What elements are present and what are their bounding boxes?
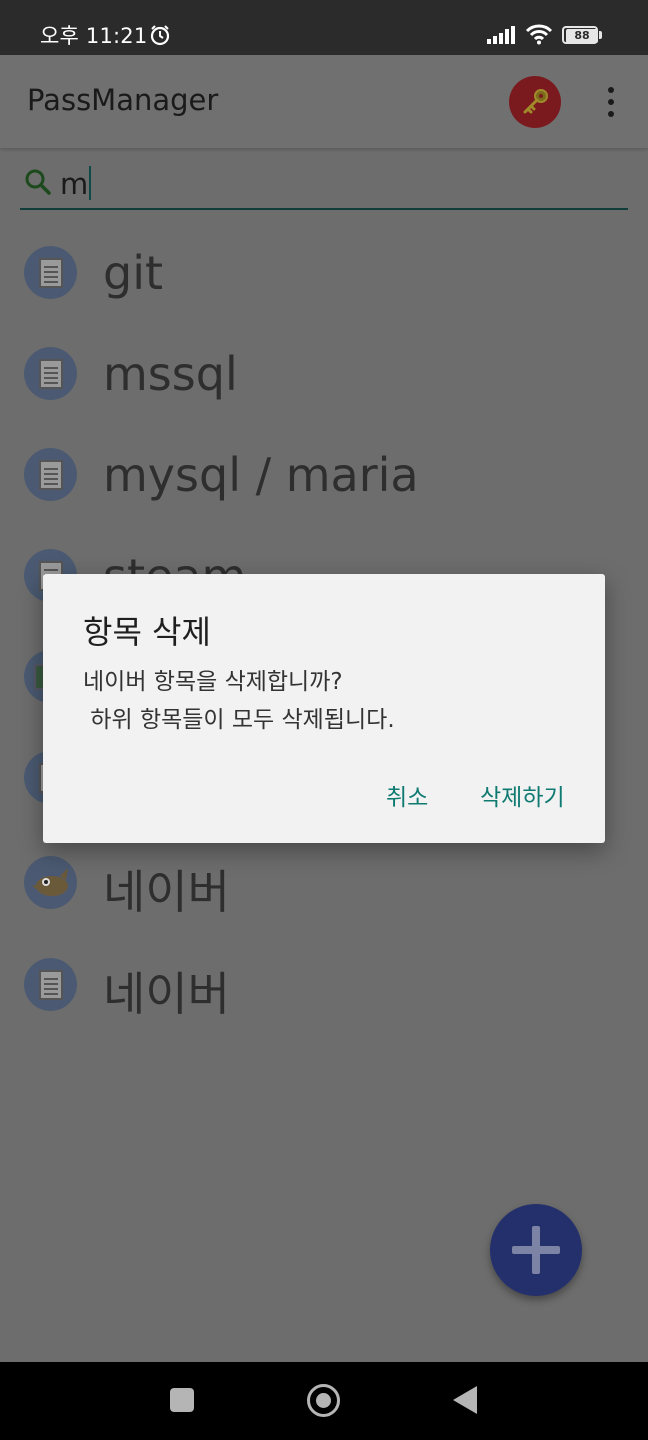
list-item[interactable]: 네이버	[0, 932, 648, 1032]
list-item[interactable]: git	[0, 220, 648, 320]
list-item-label: mysql / maria	[103, 448, 419, 502]
app-title: PassManager	[27, 83, 219, 117]
signal-icon	[487, 26, 515, 44]
text-cursor	[89, 166, 92, 200]
document-icon	[24, 246, 77, 299]
battery-level: 88	[566, 29, 598, 43]
overflow-menu-button[interactable]	[598, 85, 624, 119]
dialog-message: 네이버 항목을 삭제합니까? 하위 항목들이 모두 삭제됩니다.	[83, 669, 395, 733]
document-icon	[24, 958, 77, 1011]
back-triangle-icon[interactable]	[453, 1386, 477, 1414]
battery-indicator: 88	[562, 26, 602, 44]
recents-square-icon[interactable]	[170, 1388, 194, 1412]
delete-button[interactable]: 삭제하기	[480, 778, 565, 812]
list-item-label: 네이버	[103, 865, 230, 919]
key-button[interactable]	[509, 76, 561, 128]
wifi-icon	[525, 24, 553, 45]
cancel-button[interactable]: 취소	[386, 778, 428, 812]
search-input[interactable]: m	[60, 166, 92, 201]
battery-icon: 88	[562, 26, 598, 44]
home-circle-icon[interactable]	[307, 1384, 340, 1417]
key-icon	[523, 89, 548, 114]
add-entry-button[interactable]	[490, 1204, 582, 1296]
list-item[interactable]: mssql	[0, 321, 648, 421]
document-icon	[24, 448, 77, 501]
document-icon	[24, 347, 77, 400]
status-bar: 오후 11:21 88	[0, 0, 648, 55]
search-icon	[25, 169, 51, 195]
list-item[interactable]: mysql / maria	[0, 422, 648, 522]
list-item-label: git	[103, 246, 164, 300]
gimp-mascot-icon	[24, 856, 77, 909]
app-bar: PassManager	[0, 55, 648, 148]
search-bar[interactable]: m	[20, 160, 628, 210]
list-item-label: mssql	[103, 347, 238, 401]
list-item[interactable]: 네이버	[0, 830, 648, 930]
dialog-title: 항목 삭제	[83, 613, 211, 651]
navigation-bar	[0, 1362, 648, 1440]
list-item-label: 네이버	[103, 967, 230, 1021]
alarm-clock-icon	[150, 25, 170, 46]
delete-confirm-dialog: 항목 삭제 네이버 항목을 삭제합니까? 하위 항목들이 모두 삭제됩니다. 취…	[43, 574, 605, 843]
status-time: 오후 11:21	[40, 24, 148, 48]
